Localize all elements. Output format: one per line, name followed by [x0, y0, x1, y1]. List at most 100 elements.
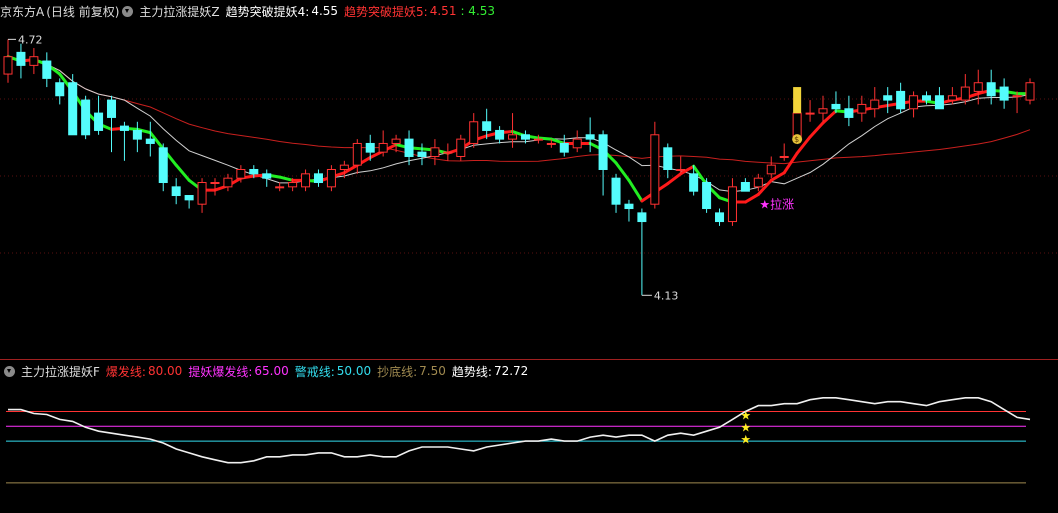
candle[interactable] — [870, 87, 880, 118]
candle[interactable] — [158, 143, 168, 192]
candle[interactable] — [16, 43, 26, 79]
candle[interactable] — [818, 95, 828, 122]
candle[interactable] — [740, 178, 750, 192]
candle-body — [559, 142, 569, 153]
candle[interactable] — [857, 95, 867, 122]
candle[interactable] — [883, 87, 893, 114]
candle-body — [68, 82, 78, 136]
candle-body — [313, 173, 323, 184]
candle[interactable] — [210, 178, 220, 196]
candle[interactable] — [145, 121, 155, 157]
candle[interactable] — [119, 121, 129, 161]
candle[interactable] — [727, 178, 737, 226]
candle[interactable] — [702, 178, 712, 213]
candle-body — [572, 138, 582, 149]
candle[interactable] — [572, 130, 582, 153]
candle[interactable] — [430, 139, 440, 166]
candle-body — [184, 195, 194, 201]
candle[interactable] — [301, 169, 311, 192]
candle[interactable] — [753, 173, 763, 192]
candle-body — [870, 99, 880, 110]
candle[interactable] — [29, 48, 39, 75]
candle-body — [16, 51, 26, 66]
candle[interactable] — [223, 173, 233, 192]
candle[interactable] — [106, 95, 117, 153]
candle-body — [779, 155, 789, 158]
candle-body — [999, 86, 1009, 101]
candle-body — [404, 138, 414, 157]
candle[interactable] — [469, 113, 479, 148]
candle[interactable] — [443, 143, 453, 161]
candle[interactable] — [650, 121, 660, 209]
candle[interactable] — [313, 169, 323, 187]
trend-line-segment — [174, 163, 191, 182]
candle[interactable] — [55, 78, 65, 105]
candle-body — [753, 177, 763, 188]
candle[interactable] — [960, 74, 970, 105]
candle-body — [1012, 95, 1022, 98]
candle-body — [715, 212, 725, 223]
candle-body — [805, 112, 815, 115]
candle-body — [469, 121, 479, 144]
candle[interactable] — [42, 52, 52, 88]
candle-body — [896, 90, 906, 110]
candle[interactable] — [262, 169, 272, 187]
candle[interactable] — [81, 95, 91, 140]
candle[interactable] — [378, 130, 388, 157]
candle[interactable] — [417, 143, 427, 166]
rally-signal-label: ★拉涨 — [759, 197, 794, 212]
candle[interactable] — [94, 95, 104, 135]
candle[interactable] — [637, 208, 647, 296]
candle[interactable] — [456, 134, 466, 161]
pane-divider[interactable] — [0, 359, 1058, 360]
candle[interactable] — [197, 178, 207, 213]
candle-body — [960, 86, 970, 101]
candle[interactable] — [585, 117, 595, 153]
candle[interactable] — [999, 78, 1009, 109]
candle[interactable] — [326, 165, 336, 192]
candle[interactable] — [68, 74, 78, 136]
candle-body — [650, 134, 660, 205]
candle[interactable] — [663, 143, 673, 179]
candle[interactable] — [132, 121, 142, 153]
candle-body — [676, 168, 686, 171]
candle-body — [947, 95, 957, 101]
candle[interactable] — [352, 139, 362, 174]
candle-body — [391, 138, 401, 144]
candle-body — [1025, 82, 1035, 101]
candle[interactable] — [844, 95, 854, 127]
candle-body — [275, 186, 285, 189]
candle[interactable] — [184, 195, 194, 209]
star-icon: ★ — [740, 433, 751, 447]
candle[interactable] — [624, 199, 634, 222]
candle[interactable] — [275, 182, 285, 192]
candle-body — [740, 182, 750, 192]
candle[interactable] — [909, 91, 919, 118]
candle-body — [443, 151, 453, 154]
candle-body — [818, 108, 828, 114]
trend-line-segment — [666, 172, 683, 186]
candle[interactable] — [598, 130, 608, 196]
candle[interactable] — [715, 208, 725, 226]
candle[interactable] — [805, 100, 815, 122]
candle[interactable] — [1025, 78, 1035, 105]
trend-line-segment — [549, 137, 566, 145]
candle[interactable] — [3, 39, 13, 83]
candle[interactable] — [495, 126, 505, 144]
candle-body — [831, 103, 841, 110]
candle-body — [132, 129, 142, 140]
candle-body — [624, 203, 634, 210]
candle[interactable] — [766, 156, 776, 179]
candle[interactable] — [934, 87, 944, 110]
candle-body — [844, 108, 854, 118]
candle[interactable] — [611, 173, 621, 213]
candle[interactable] — [896, 82, 906, 114]
candle-body — [456, 138, 466, 157]
candle-body — [106, 99, 117, 118]
candle-body — [81, 99, 91, 136]
candle[interactable] — [171, 178, 181, 205]
oscillator-chart[interactable]: ★★★ — [0, 362, 1058, 513]
candle[interactable] — [779, 143, 789, 161]
candle[interactable] — [559, 134, 569, 157]
candlestick-chart[interactable]: 4.724.13★拉涨$预 — [0, 0, 1058, 340]
